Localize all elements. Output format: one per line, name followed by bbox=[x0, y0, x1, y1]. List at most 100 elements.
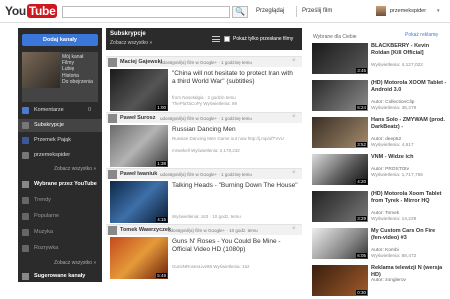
avatar[interactable] bbox=[376, 6, 386, 16]
video-thumbnail[interactable]: 1:38 bbox=[110, 125, 168, 167]
see-all-link[interactable]: Zobacz wszystko » bbox=[110, 40, 152, 46]
feed-header: Subskrypcje Zobacz wszystko » Pokaż tylk… bbox=[106, 28, 302, 50]
sidebar-item-przemekspider[interactable]: przemekspider bbox=[18, 149, 102, 162]
avatar[interactable] bbox=[108, 114, 117, 123]
video-meta: Russian Dancing Men Game out now http://… bbox=[172, 136, 284, 141]
video-title[interactable]: VNM - Widze ich bbox=[371, 154, 447, 161]
video-title[interactable]: Hans Solo - ZMYWAM (prod. DarkBeatz) - bbox=[371, 117, 447, 130]
show-ad-link[interactable]: Pokaż reklamę bbox=[405, 32, 438, 38]
search-input[interactable] bbox=[62, 6, 230, 18]
video-title[interactable]: Talking Heads - "Burning Down The House" bbox=[172, 182, 298, 190]
uploads-only-checkbox[interactable] bbox=[224, 36, 230, 42]
video-title[interactable]: "China will not hesitate to protect Iran… bbox=[172, 70, 298, 86]
picked-header: Wybrane przez YouTube bbox=[18, 178, 102, 191]
video-title[interactable]: Russian Dancing Men bbox=[172, 126, 298, 134]
video-thumbnail[interactable]: 3:29 bbox=[312, 191, 368, 222]
video-duration: 5:49 bbox=[156, 273, 167, 278]
sidebar-item-label: Popularne bbox=[34, 213, 60, 219]
sidebar-item-entertainment[interactable]: Rozrywka bbox=[18, 242, 102, 255]
suggested-header-label: Sugerowane kanały bbox=[34, 273, 86, 279]
feed-user[interactable]: Tomek Wawrzyczek bbox=[120, 227, 171, 233]
watch-later-link[interactable]: Do obejrzenia bbox=[62, 79, 93, 85]
video-meta: from Nosetalgia · 2 godzin temu bbox=[172, 95, 236, 100]
page-title: Subskrypcje bbox=[110, 31, 146, 37]
video-thumbnail[interactable]: 6:05 bbox=[312, 228, 368, 259]
close-icon[interactable]: × bbox=[292, 58, 296, 64]
video-thumbnail[interactable]: 1:00 bbox=[110, 69, 168, 111]
add-channels-button[interactable]: Dodaj kanały bbox=[22, 34, 98, 46]
recommended-video[interactable]: 3:52 Hans Solo - ZMYWAM (prod. DarkBeatz… bbox=[309, 117, 450, 151]
menu-icon[interactable] bbox=[212, 36, 220, 42]
picked-header-label: Wybrane przez YouTube bbox=[34, 181, 97, 187]
feed-action: udostępnił(a) film w Google+ · 1 godzinę… bbox=[160, 171, 252, 177]
feed-item: Maciej Gajewski udostępnił(a) film w Goo… bbox=[106, 56, 302, 111]
sidebar-item-trends[interactable]: Trendy bbox=[18, 194, 102, 207]
avatar[interactable] bbox=[108, 58, 117, 67]
recommended-video[interactable]: 3:45 BLACKBERRY - Kevin Roldan [Kill Off… bbox=[309, 43, 450, 77]
see-all-link[interactable]: Zobacz wszystko » bbox=[54, 166, 96, 172]
video-title[interactable]: My Custom Cars On Fire (fen-video) #3 bbox=[371, 228, 447, 241]
sidebar-item-subscriptions[interactable]: Subskrypcje bbox=[18, 119, 102, 132]
feed-user[interactable]: Maciej Gajewski bbox=[120, 59, 162, 65]
recommended-video[interactable]: 0:30 Reklama telewizji N (wersja HD) Aut… bbox=[309, 265, 450, 299]
video-author: Autor: zonglerov bbox=[371, 278, 406, 283]
username[interactable]: przemekspider bbox=[390, 8, 426, 14]
video-title[interactable]: Guns N' Roses - You Could Be Mine - Offi… bbox=[172, 238, 298, 254]
add-channels-label: Dodaj kanały bbox=[43, 37, 77, 43]
sidebar-item-comments[interactable]: Komentarze 0 bbox=[18, 104, 102, 117]
avatar[interactable] bbox=[108, 226, 117, 235]
sidebar-item-przemek-pajak[interactable]: Przemek Pająk bbox=[18, 134, 102, 147]
recommended-video[interactable]: 6:05 My Custom Cars On Fire (fen-video) … bbox=[309, 228, 450, 262]
see-all-link[interactable]: Zobacz wszystko » bbox=[54, 260, 96, 266]
youtube-logo[interactable]: You Tube bbox=[5, 4, 58, 18]
entertainment-icon bbox=[22, 245, 29, 252]
logo-tube-text: Tube bbox=[26, 4, 58, 18]
video-title[interactable]: (HD) Motorola XOOM Tablet - Android 3.0 bbox=[371, 80, 447, 93]
recommended-video[interactable]: 6:24 (HD) Motorola XOOM Tablet - Android… bbox=[309, 80, 450, 114]
video-views: Wyświetlenia: 4,617 bbox=[371, 143, 414, 148]
video-thumbnail[interactable]: 0:30 bbox=[312, 265, 368, 296]
sidebar-item-label: przemekspider bbox=[34, 152, 71, 158]
video-meta: GunsNRosesLive88 Wyświetlenia: 162 bbox=[172, 264, 250, 269]
feed-user[interactable]: Paweł Iwaniuk bbox=[120, 171, 157, 177]
search-button[interactable]: 🔍 bbox=[232, 6, 248, 18]
avatar[interactable] bbox=[108, 170, 117, 179]
video-views: Wyświetlenia: 14,229 bbox=[371, 217, 417, 222]
recommended-video[interactable]: 4:20 VNM - Widze ich Autor: PROSTOtv Wyś… bbox=[309, 154, 450, 188]
upload-link[interactable]: Prześlij film bbox=[302, 8, 332, 14]
video-thumbnail[interactable]: 3:52 bbox=[312, 117, 368, 148]
video-views: Wyświetlenia: 4,127,022 bbox=[371, 63, 423, 68]
sidebar-item-popular[interactable]: Popularne bbox=[18, 210, 102, 223]
video-thumbnail[interactable]: 6:24 bbox=[312, 80, 368, 111]
sidebar-item-label: Trendy bbox=[34, 197, 51, 203]
recommended-video[interactable]: 3:29 (HD) Motorola Xoom Tablet from Tyre… bbox=[309, 191, 450, 225]
video-duration: 6:24 bbox=[356, 105, 367, 110]
close-icon[interactable]: × bbox=[292, 114, 296, 120]
video-thumbnail[interactable]: 5:49 bbox=[110, 237, 168, 279]
feed-item: Tomek Wawrzyczek udostępnił(a) film w Go… bbox=[106, 224, 302, 282]
video-author: Autor: CollectionClip bbox=[371, 100, 415, 105]
video-title[interactable]: Reklama telewizji N (wersja HD) bbox=[371, 265, 447, 278]
video-title[interactable]: BLACKBERRY - Kevin Roldan [Kill Official… bbox=[371, 43, 447, 56]
uploads-only-label: Pokaż tylko przesłane filmy bbox=[233, 36, 294, 42]
video-thumbnail[interactable]: 3:45 bbox=[312, 43, 368, 74]
comments-count: 0 bbox=[88, 107, 92, 113]
chevron-down-icon[interactable]: ▾ bbox=[437, 8, 440, 14]
video-title[interactable]: (HD) Motorola Xoom Tablet from Tyrek - M… bbox=[371, 191, 447, 204]
feed-user[interactable]: Paweł Surosz bbox=[120, 115, 155, 121]
video-thumbnail[interactable]: 4:20 bbox=[312, 154, 368, 185]
video-thumbnail[interactable]: 4:15 bbox=[110, 181, 168, 223]
subscriptions-feed: Subskrypcje Zobacz wszystko » Pokaż tylk… bbox=[106, 28, 302, 282]
video-duration: 0:30 bbox=[356, 290, 367, 295]
sidebar: Dodaj kanały Mój kanał Filmy Lubię Histo… bbox=[18, 28, 102, 282]
video-duration: 6:05 bbox=[356, 253, 367, 258]
close-icon[interactable]: × bbox=[292, 226, 296, 232]
close-icon[interactable]: × bbox=[292, 170, 296, 176]
popular-icon bbox=[22, 213, 29, 220]
my-channel-card[interactable]: Mój kanał Filmy Lubię Historia Do obejrz… bbox=[22, 52, 98, 102]
feed-item: Paweł Surosz udostępnił(a) film w Google… bbox=[106, 112, 302, 167]
user-icon bbox=[22, 152, 29, 159]
sidebar-item-music[interactable]: Muzyka bbox=[18, 226, 102, 239]
sidebar-item-label: Rozrywka bbox=[34, 245, 59, 251]
browse-link[interactable]: Przeglądaj bbox=[256, 8, 284, 14]
